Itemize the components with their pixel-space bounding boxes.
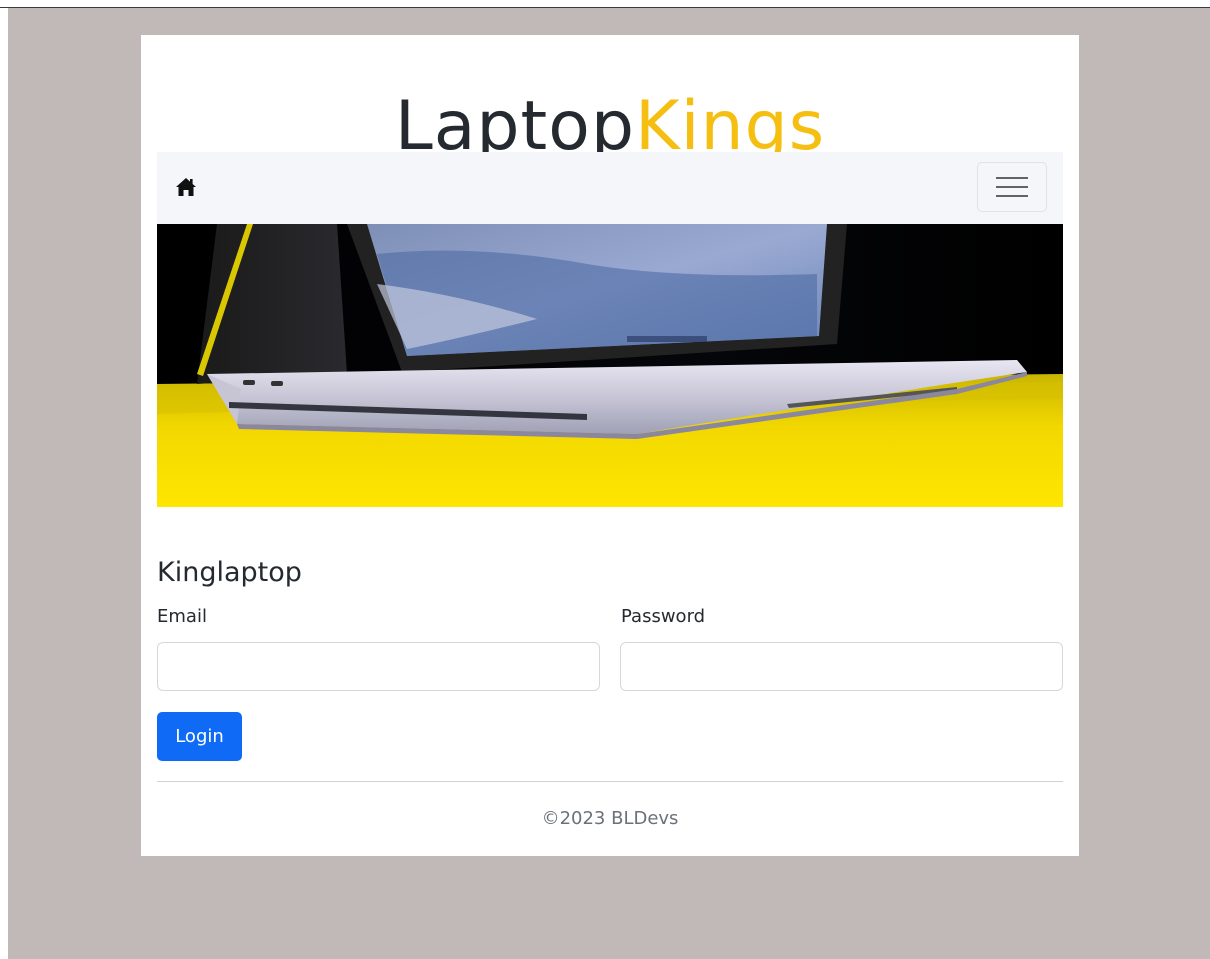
footer-copyright: ©2023 BLDevs bbox=[541, 808, 679, 829]
hero-image bbox=[157, 224, 1063, 507]
hamburger-icon bbox=[996, 186, 1028, 188]
email-label: Email bbox=[157, 606, 207, 627]
footer-divider bbox=[157, 781, 1063, 782]
hamburger-icon bbox=[996, 177, 1028, 179]
home-icon[interactable] bbox=[175, 176, 197, 198]
left-strip bbox=[0, 8, 8, 959]
form-title: Kinglaptop bbox=[157, 557, 302, 588]
top-rule bbox=[0, 0, 1210, 8]
hamburger-icon bbox=[996, 195, 1028, 197]
email-field[interactable] bbox=[157, 642, 600, 691]
password-field[interactable] bbox=[620, 642, 1063, 691]
page-card: LaptopKings Kinglaptop Email Password Lo… bbox=[141, 35, 1079, 856]
navbar-toggle-button[interactable] bbox=[977, 162, 1047, 212]
login-button[interactable]: Login bbox=[157, 712, 242, 761]
password-label: Password bbox=[621, 606, 706, 627]
navbar bbox=[157, 152, 1063, 224]
